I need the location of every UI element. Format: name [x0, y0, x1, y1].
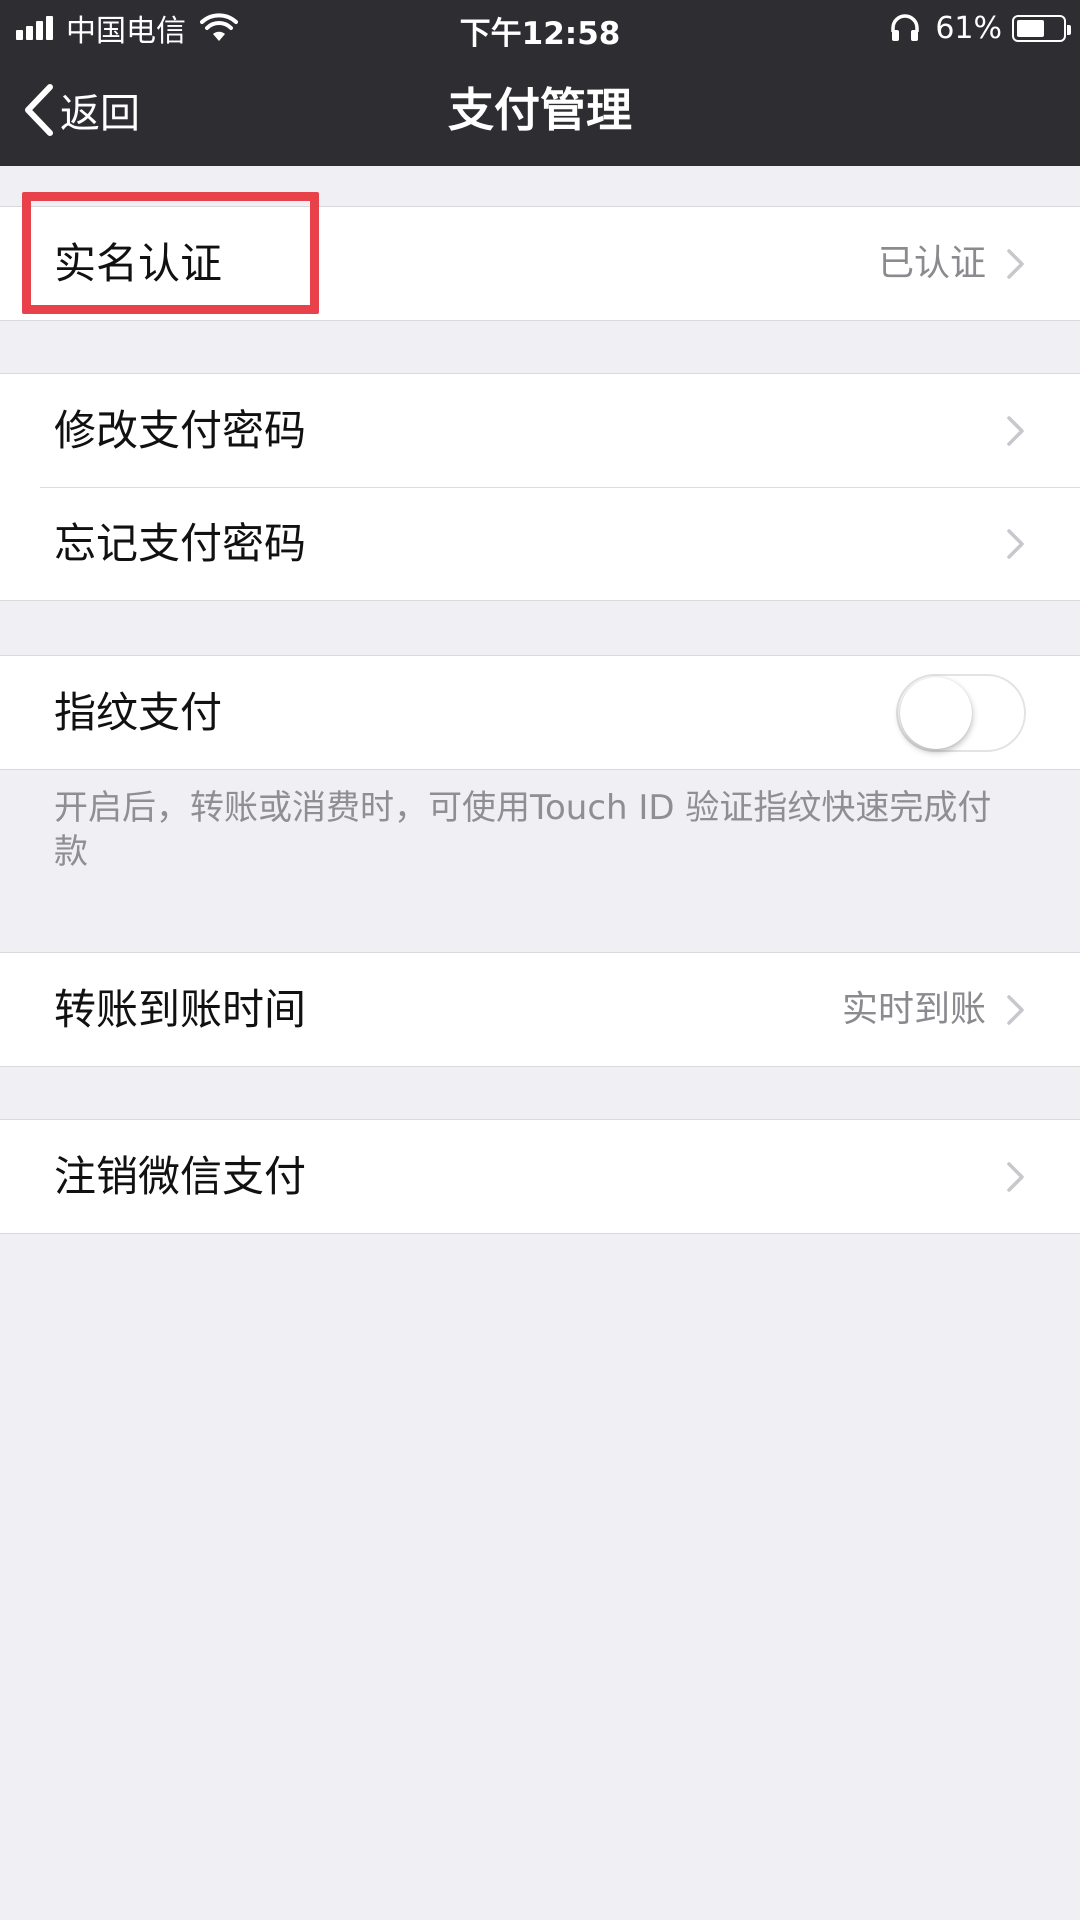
cancel-group: 注销微信支付: [0, 1119, 1080, 1234]
status-bar: 中国电信 下午12:58 61%: [0, 0, 1080, 56]
chevron-right-icon: [1007, 416, 1024, 446]
toggle-knob: [900, 677, 972, 749]
forgot-payment-password-label: 忘记支付密码: [54, 519, 307, 568]
transfer-arrival-time-row[interactable]: 转账到账时间 实时到账: [0, 953, 1080, 1066]
top-bar: 中国电信 下午12:58 61% 返回 支付管理: [0, 0, 1080, 166]
verification-status: 已认证: [877, 243, 986, 284]
navigation-bar: 返回 支付管理: [0, 56, 1080, 166]
change-payment-password-row[interactable]: 修改支付密码: [0, 374, 1080, 487]
fingerprint-payment-toggle[interactable]: [896, 674, 1026, 752]
transfer-arrival-time-label: 转账到账时间: [54, 985, 307, 1034]
headphones-icon: [891, 14, 920, 41]
fingerprint-payment-label: 指纹支付: [54, 688, 223, 737]
battery-percent: 61%: [935, 10, 1002, 46]
password-group: 修改支付密码 忘记支付密码: [0, 373, 1080, 601]
chevron-right-icon: [1007, 995, 1024, 1025]
chevron-right-icon: [1007, 529, 1024, 559]
page-title: 支付管理: [448, 83, 632, 137]
transfer-arrival-time-value: 实时到账: [841, 989, 986, 1030]
battery-cap: [1067, 24, 1071, 35]
chevron-right-icon: [1007, 249, 1024, 279]
battery-level: [1017, 19, 1044, 37]
fingerprint-payment-row: 指纹支付: [0, 656, 1080, 769]
change-payment-password-label: 修改支付密码: [54, 406, 307, 455]
fingerprint-group: 指纹支付: [0, 655, 1080, 770]
transfer-group: 转账到账时间 实时到账: [0, 952, 1080, 1067]
highlight-box: [22, 192, 319, 314]
forgot-payment-password-row[interactable]: 忘记支付密码: [0, 487, 1080, 600]
cancel-wechat-pay-label: 注销微信支付: [54, 1152, 307, 1201]
status-right: 61%: [889, 9, 1071, 47]
fingerprint-note: 开启后，转账或消费时，可使用Touch ID 验证指纹快速完成付款: [54, 788, 992, 872]
battery-icon: [1012, 14, 1071, 42]
cancel-wechat-pay-row[interactable]: 注销微信支付: [0, 1120, 1080, 1233]
chevron-right-icon: [1007, 1162, 1024, 1192]
